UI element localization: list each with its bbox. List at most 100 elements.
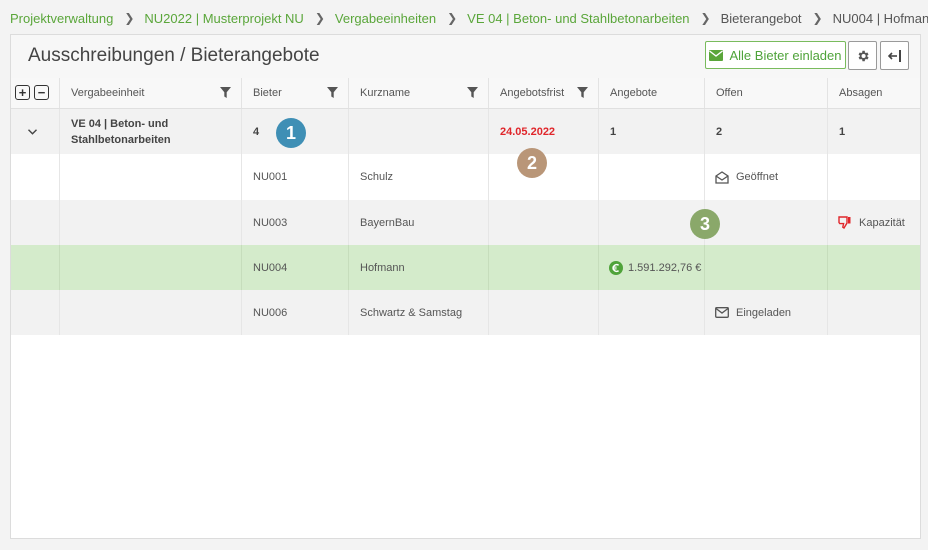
breadcrumb-item-current: NU004 | Hofmann <box>832 10 928 26</box>
chevron-right-icon: ❯ <box>124 11 135 25</box>
row-spacer <box>11 154 60 200</box>
row-bieter: NU003 <box>242 200 349 245</box>
filter-icon[interactable] <box>327 87 338 98</box>
column-header-absagen[interactable]: Absagen <box>828 78 920 108</box>
row-angebote <box>599 154 705 200</box>
row-absage <box>828 245 920 290</box>
table-row[interactable]: NU003 BayernBau Kapazität <box>11 200 920 245</box>
row-bieter: NU006 <box>242 290 349 335</box>
euro-icon <box>609 260 623 275</box>
breadcrumb-item-projektverwaltung[interactable]: Projektverwaltung <box>10 11 113 26</box>
row-status <box>705 200 828 245</box>
column-label: Angebotsfrist <box>500 87 565 99</box>
group-absagen-count: 1 <box>839 125 846 138</box>
column-label: Absagen <box>839 87 883 99</box>
expand-all-button[interactable]: + <box>15 85 30 100</box>
breadcrumb: Projektverwaltung ❯ NU2022 | Musterproje… <box>10 9 928 27</box>
bid-panel: Ausschreibungen / Bieterangebote Alle Bi… <box>10 34 921 539</box>
group-angebote-count: 1 <box>599 109 705 154</box>
column-header-offen[interactable]: Offen <box>705 78 828 108</box>
row-kurzname: Hofmann <box>349 245 489 290</box>
group-vergabeeinheit: VE 04 | Beton- und Stahlbetonarbeiten <box>60 109 242 154</box>
breadcrumb-item-ve04[interactable]: VE 04 | Beton- und Stahlbetonarbeiten <box>467 11 689 26</box>
row-kurzname: Schulz <box>349 154 489 200</box>
panel-header: Ausschreibungen / Bieterangebote Alle Bi… <box>11 35 920 79</box>
row-absage <box>828 290 920 335</box>
group-angebotsfrist: 24.05.2022 <box>489 109 599 154</box>
expand-collapse-cell: + − <box>11 78 60 108</box>
chevron-right-icon: ❯ <box>314 11 325 25</box>
angebot-amount: 1.591.292,76 € <box>628 261 702 274</box>
row-vergabeeinheit <box>60 200 242 245</box>
column-label: Bieter <box>253 87 282 99</box>
settings-button[interactable] <box>848 41 877 70</box>
column-label: Offen <box>716 87 743 99</box>
column-header-bieter[interactable]: Bieter <box>242 78 349 108</box>
row-status: Geöffnet <box>705 154 828 200</box>
row-bieter: NU004 <box>242 245 349 290</box>
breadcrumb-item-projekt[interactable]: NU2022 | Musterprojekt NU <box>144 11 303 26</box>
column-header-kurzname[interactable]: Kurzname <box>349 78 489 108</box>
row-status <box>705 245 828 290</box>
column-label: Angebote <box>610 87 658 99</box>
gear-icon <box>858 50 869 61</box>
chevron-down-icon[interactable] <box>28 128 37 135</box>
table-row[interactable]: NU001 Schulz Geöffnet <box>11 154 920 200</box>
thumbs-down-icon <box>838 216 851 229</box>
row-kurzname: BayernBau <box>349 200 489 245</box>
group-row[interactable]: VE 04 | Beton- und Stahlbetonarbeiten 4 … <box>11 109 920 154</box>
group-offen-count: 2 <box>705 109 828 154</box>
status-label: Eingeladen <box>736 306 792 319</box>
callout-marker-1: 1 <box>276 118 306 148</box>
absage-label: Kapazität <box>859 216 905 229</box>
filter-icon[interactable] <box>220 87 231 98</box>
column-header-vergabeeinheit[interactable]: Vergabeeinheit <box>60 78 242 108</box>
group-toggle-cell[interactable] <box>11 109 60 154</box>
group-kurzname <box>349 109 489 154</box>
column-label: Vergabeeinheit <box>71 87 145 99</box>
invite-all-bidders-label: Alle Bieter einladen <box>729 47 842 63</box>
filter-icon[interactable] <box>467 87 478 98</box>
group-name-line1: VE 04 | Beton- und <box>71 117 169 130</box>
group-name-line2: Stahlbetonarbeiten <box>71 133 171 146</box>
row-status: Eingeladen <box>705 290 828 335</box>
row-kurzname: Schwartz & Samstag <box>349 290 489 335</box>
row-absage: Kapazität <box>828 200 920 245</box>
breadcrumb-item-vergabeeinheiten[interactable]: Vergabeeinheiten <box>335 11 436 26</box>
row-vergabeeinheit <box>60 245 242 290</box>
row-absage <box>828 154 920 200</box>
invite-all-bidders-button[interactable]: Alle Bieter einladen <box>705 41 846 69</box>
envelope-icon <box>709 49 724 61</box>
row-bieter: NU001 <box>242 154 349 200</box>
callout-marker-3: 3 <box>690 209 720 239</box>
grid-header: + − Vergabeeinheit Bieter Kurzname Angeb… <box>11 78 920 109</box>
row-angebote: 1.591.292,76 € <box>599 245 705 290</box>
filter-icon[interactable] <box>577 87 588 98</box>
row-spacer <box>11 245 60 290</box>
row-angebotsfrist <box>489 200 599 245</box>
row-angebote <box>599 290 705 335</box>
collapse-panel-button[interactable] <box>880 41 909 70</box>
chevron-right-icon: ❯ <box>812 11 823 25</box>
breadcrumb-item-bieterangebot: Bieterangebot <box>720 10 802 26</box>
status-label: Geöffnet <box>736 171 778 183</box>
collapse-right-icon <box>887 49 901 62</box>
envelope-icon <box>715 307 729 318</box>
row-angebotsfrist <box>489 290 599 335</box>
chevron-right-icon: ❯ <box>447 11 458 25</box>
column-header-angebote[interactable]: Angebote <box>599 78 705 108</box>
row-spacer <box>11 290 60 335</box>
column-label: Kurzname <box>360 87 411 99</box>
chevron-right-icon: ❯ <box>700 11 711 25</box>
row-vergabeeinheit <box>60 154 242 200</box>
table-row[interactable]: NU006 Schwartz & Samstag Eingeladen <box>11 290 920 335</box>
collapse-all-button[interactable]: − <box>34 85 49 100</box>
column-header-angebotsfrist[interactable]: Angebotsfrist <box>489 78 599 108</box>
page-title: Ausschreibungen / Bieterangebote <box>28 45 320 66</box>
row-angebotsfrist <box>489 245 599 290</box>
row-vergabeeinheit <box>60 290 242 335</box>
row-spacer <box>11 200 60 245</box>
envelope-open-icon <box>715 170 729 184</box>
callout-marker-2: 2 <box>517 148 547 178</box>
table-row-selected[interactable]: NU004 Hofmann 1.591.292,76 € <box>11 245 920 290</box>
